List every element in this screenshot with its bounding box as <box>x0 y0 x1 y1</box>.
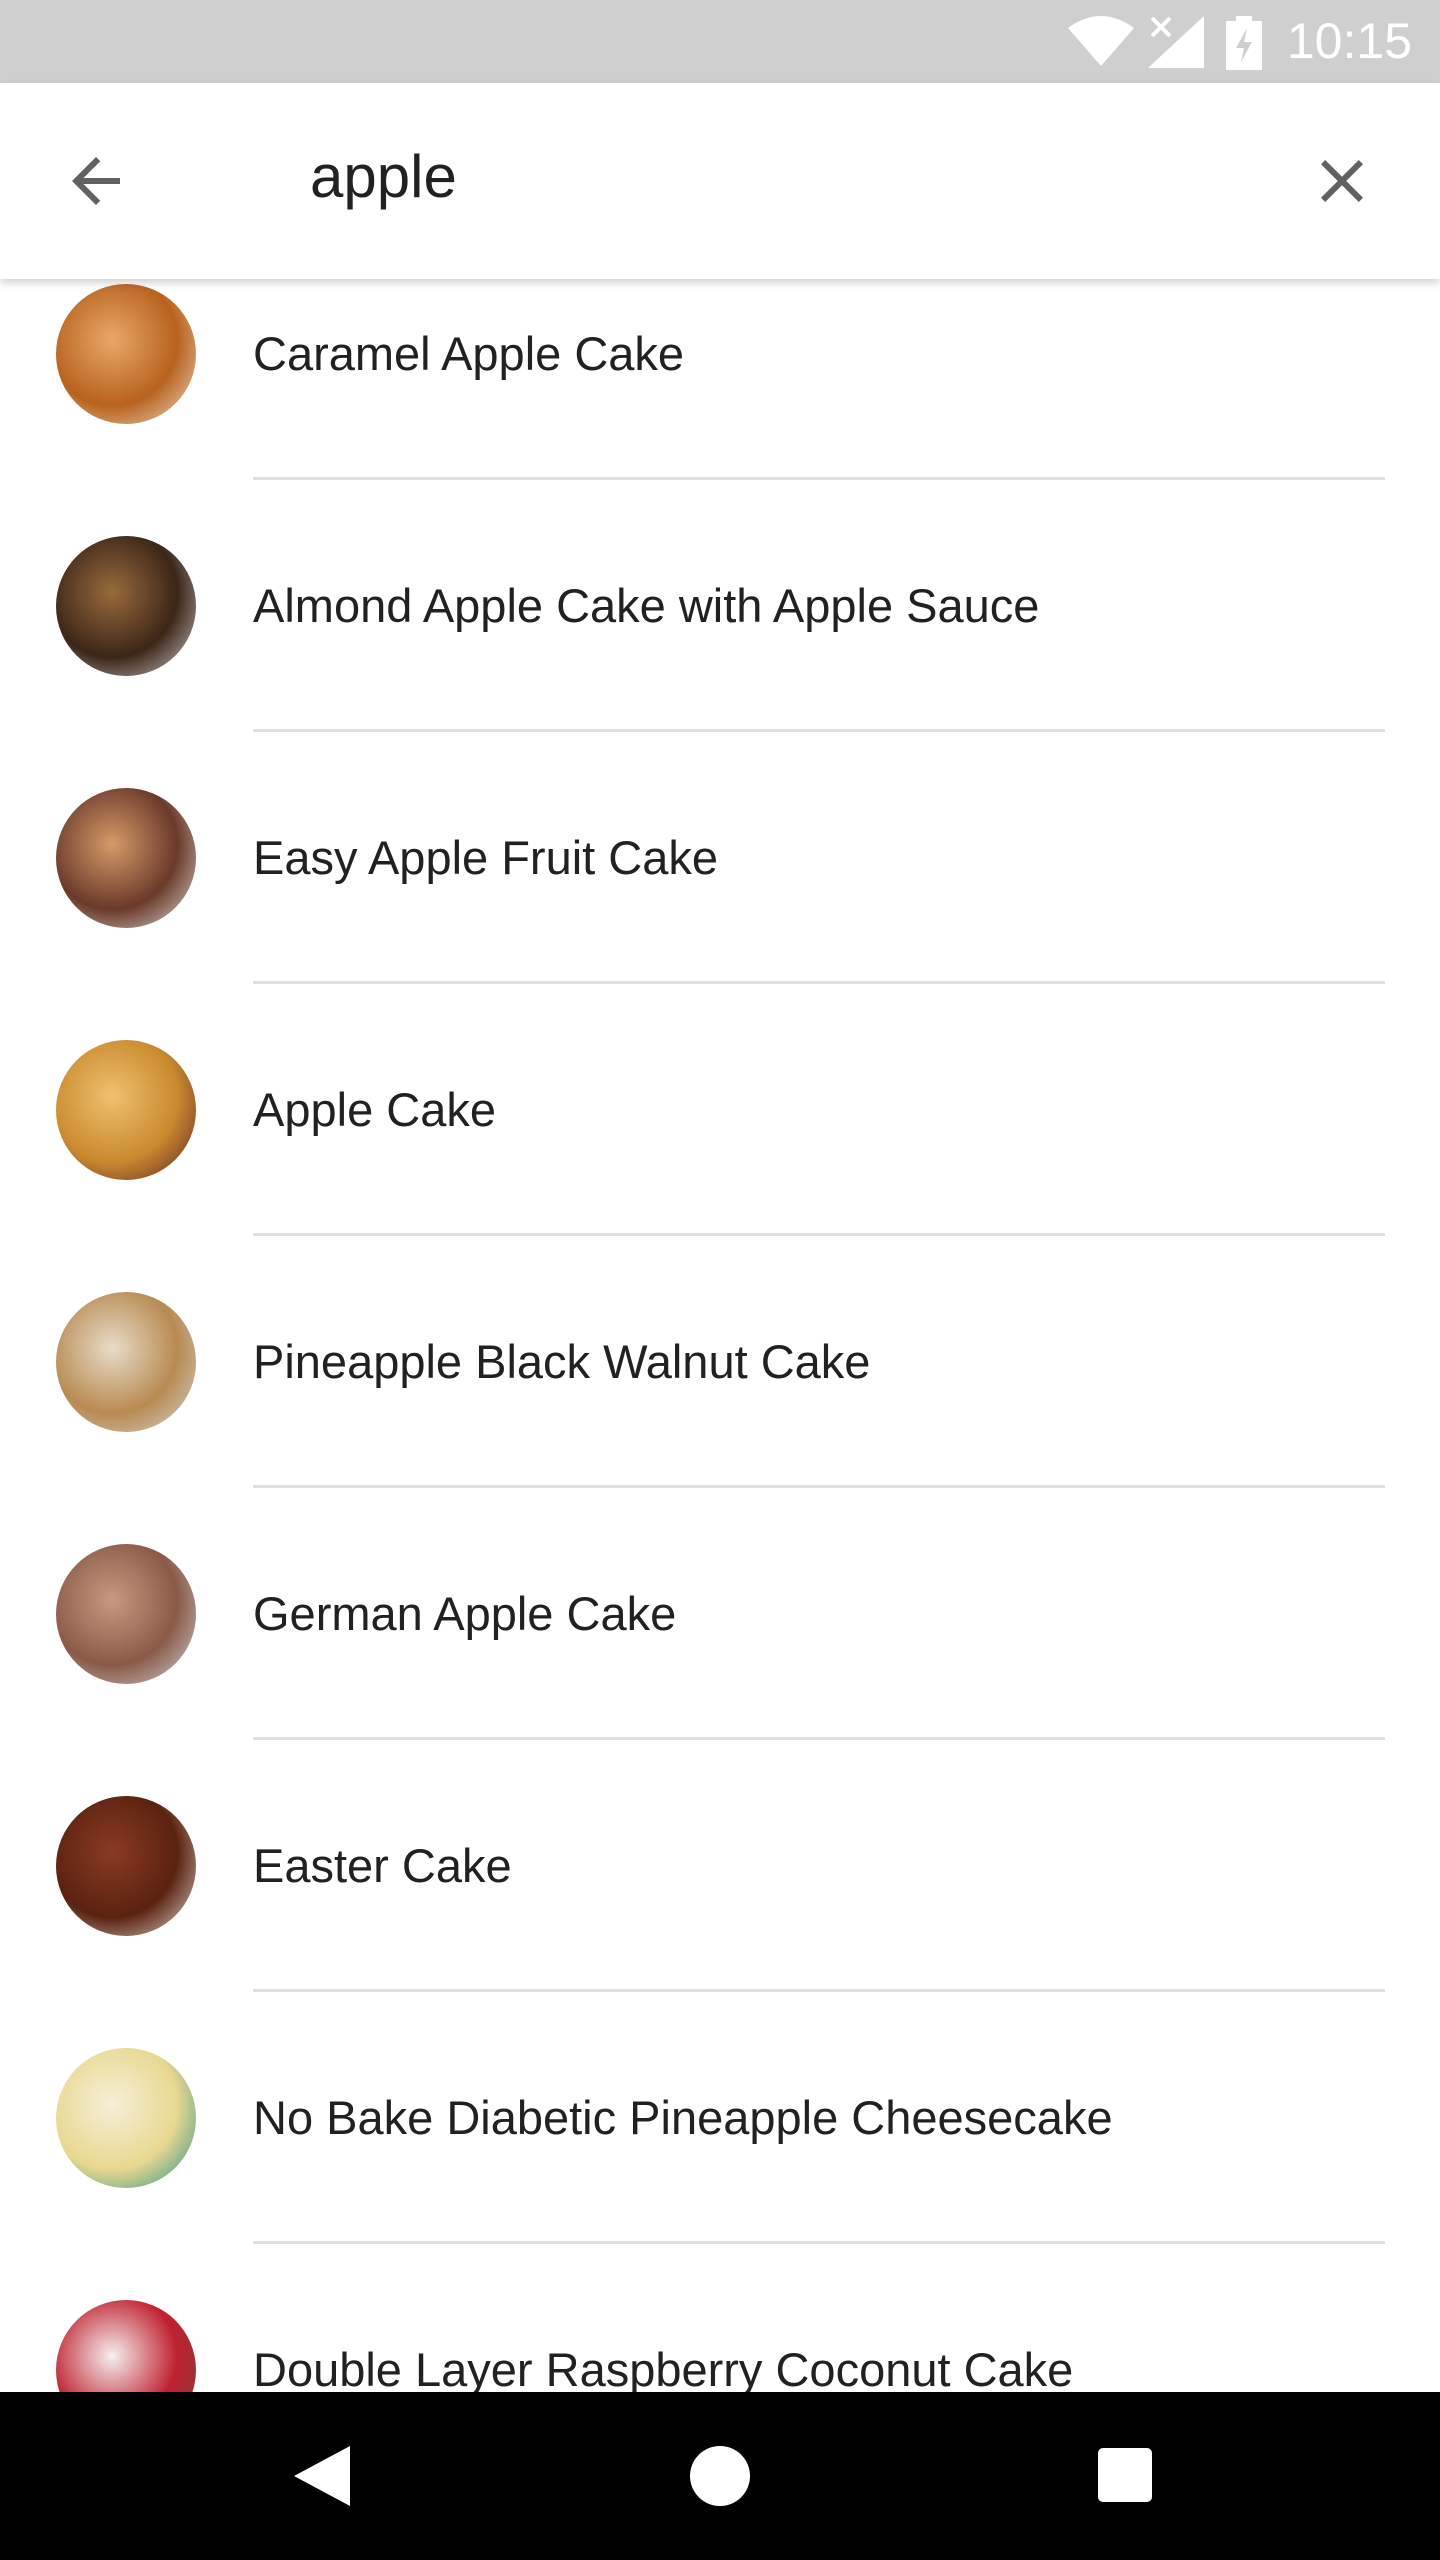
search-bar <box>0 83 1440 279</box>
recipe-title: Easter Cake <box>253 1839 512 1892</box>
recipe-title: Pineapple Black Walnut Cake <box>253 1335 871 1388</box>
list-item[interactable]: Almond Apple Cake with Apple Sauce <box>0 480 1440 732</box>
recipe-title: Apple Cake <box>253 1083 496 1136</box>
recipe-thumbnail <box>56 1292 196 1432</box>
home-circle-icon[interactable] <box>680 2436 760 2516</box>
arrow-back-icon[interactable] <box>60 145 132 217</box>
list-item[interactable]: Caramel Apple Cake <box>0 279 1440 480</box>
list-item[interactable]: Pineapple Black Walnut Cake <box>0 1236 1440 1488</box>
list-item[interactable]: Easy Apple Fruit Cake <box>0 732 1440 984</box>
list-item[interactable]: Easter Cake <box>0 1740 1440 1992</box>
signal-no-data-icon <box>1148 16 1204 68</box>
recents-square-icon[interactable] <box>1086 2436 1166 2516</box>
recipe-title: Double Layer Raspberry Coconut Cake <box>253 2343 1074 2392</box>
recipe-title: No Bake Diabetic Pineapple Cheesecake <box>253 2091 1113 2144</box>
recipe-title: Caramel Apple Cake <box>253 327 685 380</box>
list-item[interactable]: Double Layer Raspberry Coconut Cake <box>0 2244 1440 2392</box>
recipe-thumbnail <box>56 536 196 676</box>
status-bar: 10:15 <box>0 0 1440 83</box>
recipe-thumbnail <box>56 788 196 928</box>
recipe-title: German Apple Cake <box>253 1587 677 1640</box>
list-item[interactable]: No Bake Diabetic Pineapple Cheesecake <box>0 1992 1440 2244</box>
search-input[interactable] <box>308 141 1212 212</box>
recipe-thumbnail <box>56 2300 196 2392</box>
list-item[interactable]: German Apple Cake <box>0 1488 1440 1740</box>
recipe-title: Easy Apple Fruit Cake <box>253 831 718 884</box>
list-item[interactable]: Apple Cake <box>0 984 1440 1236</box>
close-icon[interactable] <box>1306 145 1378 217</box>
status-time: 10:15 <box>1286 13 1412 69</box>
recipe-thumbnail <box>56 1796 196 1936</box>
navigation-bar <box>0 2392 1440 2560</box>
recipe-title: Almond Apple Cake with Apple Sauce <box>253 579 1040 632</box>
wifi-icon <box>1068 16 1134 66</box>
back-triangle-icon[interactable] <box>280 2436 360 2516</box>
recipe-thumbnail <box>56 2048 196 2188</box>
recipe-thumbnail <box>56 284 196 424</box>
results-list[interactable]: Caramel Apple Cake Almond Apple Cake with… <box>0 279 1440 2392</box>
recipe-thumbnail <box>56 1544 196 1684</box>
battery-charging-icon <box>1226 16 1262 70</box>
recipe-thumbnail <box>56 1040 196 1180</box>
